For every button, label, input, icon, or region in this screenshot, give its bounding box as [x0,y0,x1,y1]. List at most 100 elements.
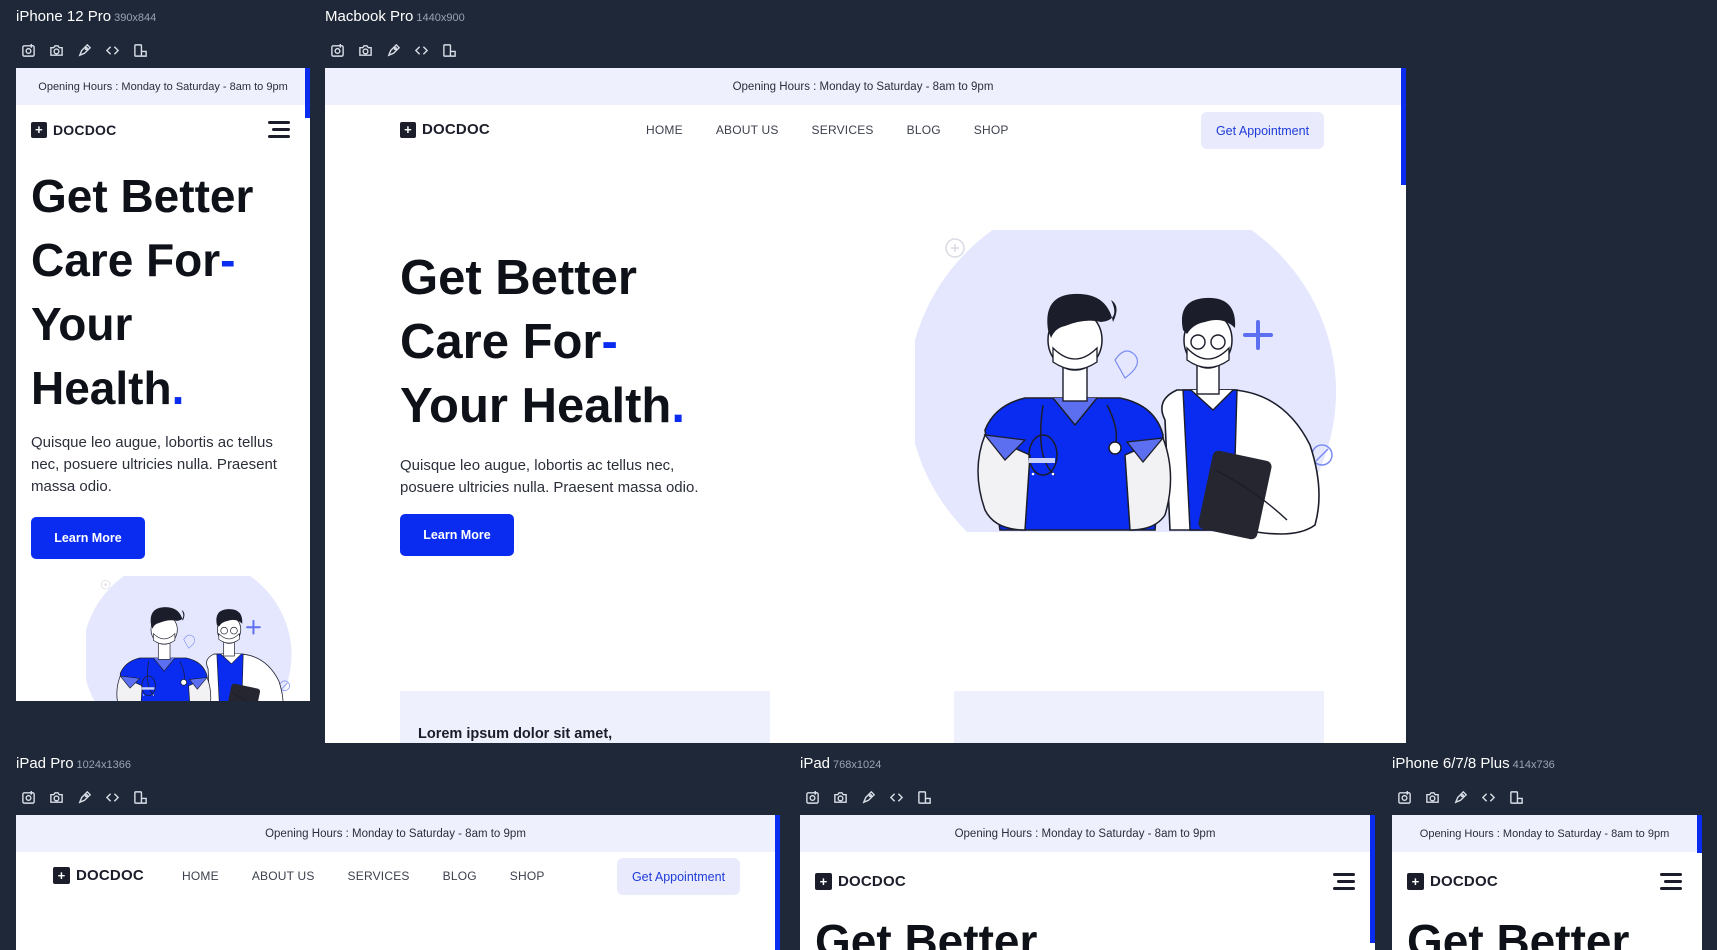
scrollbar[interactable] [1370,815,1375,943]
menu-icon[interactable] [1333,873,1355,890]
pen-icon[interactable] [76,789,92,805]
device-size: 768x1024 [833,759,882,771]
scrollbar[interactable] [775,815,780,950]
brand-logo[interactable]: + DOCDOC [53,867,144,884]
brand-logo[interactable]: + DOCDOC [400,121,490,138]
brand-logo-icon: + [31,121,47,138]
camera-icon[interactable] [1424,789,1440,805]
info-card-1[interactable]: Lorem ipsum dolor sit amet, [400,691,770,743]
device-frame: Opening Hours : Monday to Saturday - 8am… [16,68,310,701]
scrollbar[interactable] [1697,815,1702,853]
info-card-title: Lorem ipsum dolor sit amet, [418,726,613,742]
get-appointment-button[interactable]: Get Appointment [617,858,740,895]
code-icon[interactable] [104,42,120,58]
nav-about-us[interactable]: ABOUT US [252,869,315,883]
device-toolbar [1396,789,1524,805]
camera-icon[interactable] [832,789,848,805]
brand-name: DOCDOC [53,121,117,138]
brand-logo[interactable]: + DOCDOC [31,121,117,138]
screenshot-icon[interactable] [804,789,820,805]
scrollbar[interactable] [305,68,310,118]
nav-blog[interactable]: BLOG [907,123,941,137]
hero-title-line4: Health [31,362,172,414]
brand-logo-icon: + [1407,873,1424,890]
device-toolbar [20,789,148,805]
doctors-illustration [915,230,1336,540]
nav-home[interactable]: HOME [182,869,219,883]
device-frame: Opening Hours : Monday to Saturday - 8am… [1392,815,1702,950]
device-ipadpro: iPad Pro 1024x1366 Opening Hours : Monday… [16,755,780,950]
device-size: 1440x900 [416,12,465,24]
brand-logo-icon: + [815,873,832,890]
nav-services[interactable]: SERVICES [348,869,410,883]
brand-logo[interactable]: + DOCDOC [1407,873,1498,890]
brand-logo[interactable]: + DOCDOC [815,873,906,890]
screenshot-icon[interactable] [20,42,36,58]
rotate-icon[interactable] [916,789,932,805]
device-title: iPad Pro 1024x1366 [16,755,131,772]
hero-subtitle: Quisque leo augue, lobortis ac tellus ne… [31,434,277,495]
menu-icon[interactable] [268,121,290,138]
nav-home[interactable]: HOME [646,123,683,137]
device-iphone8: iPhone 6/7/8 Plus 414x736 Opening Hours :… [1392,755,1702,950]
nav-about-us[interactable]: ABOUT US [716,123,779,137]
nav-shop[interactable]: SHOP [974,123,1009,137]
rotate-icon[interactable] [441,42,457,58]
main-nav: HOME ABOUT US SERVICES BLOG SHOP [646,121,1009,139]
hero-title: Get Better Care For- Your Health. [400,246,685,438]
nav-services[interactable]: SERVICES [812,123,874,137]
device-name: iPad Pro [16,755,74,772]
code-icon[interactable] [413,42,429,58]
learn-more-button[interactable]: Learn More [31,517,145,559]
code-icon[interactable] [888,789,904,805]
rotate-icon[interactable] [1508,789,1524,805]
learn-more-button[interactable]: Learn More [400,514,514,556]
device-toolbar [804,789,932,805]
brand-name: DOCDOC [76,867,144,884]
device-name: iPhone 12 Pro [16,8,112,25]
device-iphone12: iPhone 12 Pro 390x844 Opening Hours : Mon… [16,8,310,701]
camera-icon[interactable] [48,42,64,58]
pen-icon[interactable] [76,42,92,58]
hero-subtitle-line1: Quisque leo augue, lobortis ac tellus ne… [400,457,675,474]
screenshot-icon[interactable] [329,42,345,58]
hero-subtitle: Quisque leo augue, lobortis ac tellus ne… [400,455,699,499]
hero-title-line3: Your [31,298,133,350]
nav-shop[interactable]: SHOP [510,869,545,883]
hero-title-line1: Get Better [31,170,254,222]
screenshot-icon[interactable] [20,789,36,805]
opening-hours-bar: Opening Hours : Monday to Saturday - 8am… [800,815,1370,852]
hero-title: Get Better Care For- Your Health. [31,164,253,420]
scrollbar[interactable] [1401,68,1406,185]
brand-name: DOCDOC [838,873,906,890]
code-icon[interactable] [104,789,120,805]
hero-accent-dash: - [601,315,618,369]
pen-icon[interactable] [1452,789,1468,805]
get-appointment-button[interactable]: Get Appointment [1201,112,1324,149]
pen-icon[interactable] [385,42,401,58]
nav-blog[interactable]: BLOG [443,869,477,883]
device-title: Macbook Pro 1440x900 [325,8,465,25]
main-nav: HOME ABOUT US SERVICES BLOG SHOP [182,869,545,883]
rotate-icon[interactable] [132,789,148,805]
pen-icon[interactable] [860,789,876,805]
hero-title: Get Better [1407,915,1630,950]
hero-title-line2: Care For [400,315,602,369]
rotate-icon[interactable] [132,42,148,58]
camera-icon[interactable] [48,789,64,805]
device-name: iPhone 6/7/8 Plus [1392,755,1510,772]
brand-name: DOCDOC [1430,873,1498,890]
hero-accent-dot: . [171,362,185,414]
menu-icon[interactable] [1660,873,1682,890]
brand-name: DOCDOC [422,121,490,138]
device-size: 1024x1366 [76,759,131,771]
device-toolbar [329,42,457,58]
device-title: iPad 768x1024 [800,755,881,772]
code-icon[interactable] [1480,789,1496,805]
hero-accent-dash: - [220,234,236,286]
device-size: 390x844 [114,12,157,24]
info-card-2[interactable] [954,691,1324,743]
camera-icon[interactable] [357,42,373,58]
opening-hours-bar: Opening Hours : Monday to Saturday - 8am… [16,815,775,852]
screenshot-icon[interactable] [1396,789,1412,805]
